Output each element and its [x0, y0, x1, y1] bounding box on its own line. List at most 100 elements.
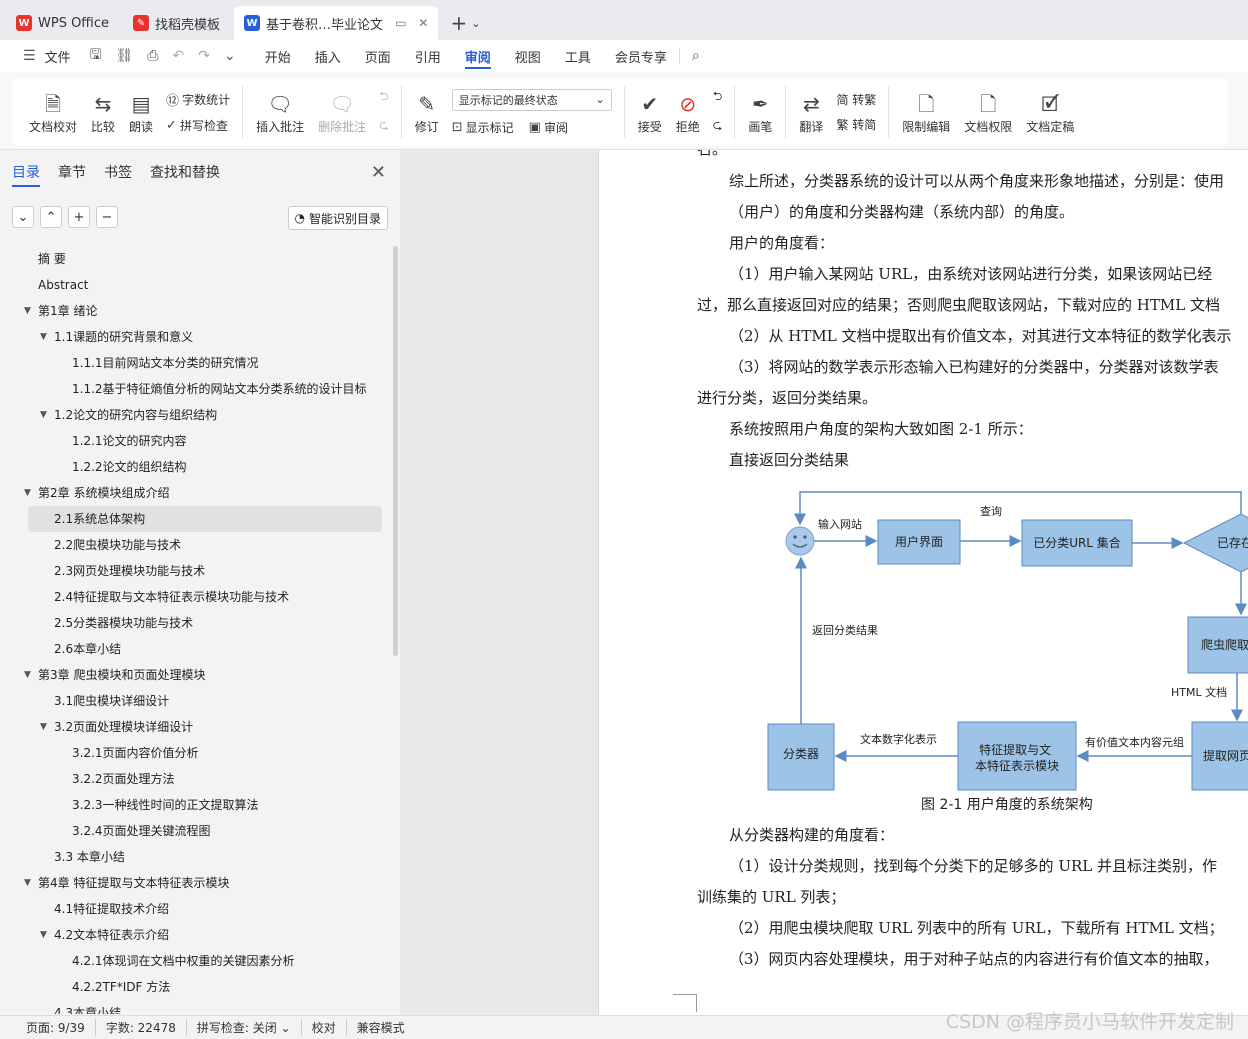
- tab-sections[interactable]: 章节: [58, 162, 86, 187]
- toc-item[interactable]: Abstract: [0, 272, 392, 298]
- collapse-arrow-icon[interactable]: ▼: [24, 870, 31, 896]
- toc-item[interactable]: ▼ 第3章 爬虫模块和页面处理模块: [0, 662, 392, 688]
- proofread-button[interactable]: 🗎 文档校对: [22, 80, 84, 144]
- toc-item[interactable]: 4.2.1体现词在文档中权重的关键因素分析: [0, 948, 392, 974]
- menu-page[interactable]: 页面: [353, 40, 403, 72]
- collapse-arrow-icon[interactable]: ▼: [24, 662, 31, 688]
- toc-item[interactable]: ▼ 第2章 系统模块组成介绍: [0, 480, 392, 506]
- hamburger-icon[interactable]: ☰: [16, 48, 43, 64]
- toc-item[interactable]: ▼ 1.1课题的研究背景和意义: [0, 324, 392, 350]
- chevron-down-icon[interactable]: ⌄: [217, 48, 243, 64]
- pen-button[interactable]: ✒ 画笔: [741, 80, 779, 144]
- toc-item[interactable]: 2.6本章小结: [0, 636, 392, 662]
- remove-heading-icon[interactable]: −: [96, 206, 118, 228]
- menu-review[interactable]: 审阅: [453, 40, 503, 72]
- collapse-all-icon[interactable]: ⌃: [40, 206, 62, 228]
- smart-toc-button[interactable]: ◔ 智能识别目录: [287, 206, 388, 230]
- toc-item[interactable]: ▼ 第4章 特征提取与文本特征表示模块: [0, 870, 392, 896]
- spell-check-status[interactable]: 拼写检查: 关闭 ⌄: [187, 1019, 302, 1036]
- toc-item[interactable]: ▼ 第1章 绪论: [0, 298, 392, 324]
- toc-item[interactable]: 3.2.4页面处理关键流程图: [0, 818, 392, 844]
- reject-button[interactable]: ⊘ 拒绝: [669, 80, 707, 144]
- search-icon[interactable]: ⌕: [678, 48, 707, 64]
- toc-item[interactable]: 4.2.2TF*IDF 方法: [0, 974, 392, 1000]
- next-comment-icon[interactable]: ⮎: [379, 116, 389, 137]
- page-indicator[interactable]: 页面: 9/39: [16, 1019, 96, 1036]
- menu-file[interactable]: 文件: [43, 40, 83, 72]
- review-pane-button[interactable]: 审阅: [544, 119, 568, 136]
- add-heading-icon[interactable]: +: [68, 206, 90, 228]
- tab-document[interactable]: W 基于卷积…毕业论文 ▭ ✕: [234, 6, 439, 40]
- toc-item[interactable]: 2.3网页处理模块功能与技术: [0, 558, 392, 584]
- toc-item[interactable]: 1.1.2基于特征熵值分析的网站文本分类系统的设计目标: [0, 376, 392, 402]
- toc-scrollbar[interactable]: [393, 246, 398, 656]
- spell-check-button[interactable]: ✓ 拼写检查: [166, 117, 230, 134]
- toc-item[interactable]: 4.1特征提取技术介绍: [0, 896, 392, 922]
- toc-item[interactable]: 3.2.2页面处理方法: [0, 766, 392, 792]
- undo-icon[interactable]: ↶: [166, 48, 192, 64]
- toc-item[interactable]: 3.2.1页面内容价值分析: [0, 740, 392, 766]
- toc-item[interactable]: 3.3 本章小结: [0, 844, 392, 870]
- redo-icon[interactable]: ↷: [191, 48, 217, 64]
- previous-comment-icon[interactable]: ⮌: [379, 87, 389, 108]
- tab-find-replace[interactable]: 查找和替换: [150, 162, 220, 187]
- menu-insert[interactable]: 插入: [303, 40, 353, 72]
- restrict-edit-button[interactable]: 🗋 限制编辑: [895, 80, 957, 144]
- previous-change-icon[interactable]: ⮌: [713, 87, 723, 108]
- share-icon[interactable]: ⛓: [109, 48, 141, 64]
- proofread-status[interactable]: 校对: [302, 1019, 347, 1036]
- tab-docer[interactable]: ✎ 找稻壳模板: [123, 6, 230, 40]
- doc-permission-button[interactable]: 🗋 文档权限: [957, 80, 1019, 144]
- toc-item[interactable]: 3.2.3一种线性时间的正文提取算法: [0, 792, 392, 818]
- collapse-arrow-icon[interactable]: ▼: [40, 714, 47, 740]
- close-icon[interactable]: ✕: [371, 162, 386, 183]
- toc-item[interactable]: ▼ 4.2文本特征表示介绍: [0, 922, 392, 948]
- delete-comment-button[interactable]: 🗨 删除批注: [311, 80, 373, 144]
- toc-item[interactable]: ▼ 3.2页面处理模块详细设计: [0, 714, 392, 740]
- toc-item[interactable]: 2.5分类器模块功能与技术: [0, 610, 392, 636]
- toc-item[interactable]: 3.1爬虫模块详细设计: [0, 688, 392, 714]
- translate-button[interactable]: ⇄ 翻译: [792, 80, 830, 144]
- insert-comment-button[interactable]: 🗨 插入批注: [249, 80, 311, 144]
- accept-button[interactable]: ✔ 接受: [631, 80, 669, 144]
- toc-item[interactable]: 摘 要: [0, 246, 392, 272]
- tab-bookmarks[interactable]: 书签: [104, 162, 132, 187]
- toc-item[interactable]: 1.2.2论文的组织结构: [0, 454, 392, 480]
- menu-member[interactable]: 会员专享: [603, 40, 679, 72]
- toc-item[interactable]: 2.2爬虫模块功能与技术: [0, 532, 392, 558]
- collapse-arrow-icon[interactable]: ▼: [40, 324, 47, 350]
- compare-button[interactable]: ⇆ 比较: [84, 80, 122, 144]
- next-change-icon[interactable]: ⮎: [713, 116, 723, 137]
- collapse-arrow-icon[interactable]: ▼: [40, 402, 47, 428]
- toc-item[interactable]: 1.2.1论文的研究内容: [0, 428, 392, 454]
- finalize-button[interactable]: 🗹 文档定稿: [1019, 80, 1081, 144]
- toc-item[interactable]: ▼ 1.2论文的研究内容与组织结构: [0, 402, 392, 428]
- tab-restore-icon[interactable]: ▭: [395, 16, 406, 30]
- to-traditional-button[interactable]: 简 转繁: [836, 91, 876, 108]
- tab-close-icon[interactable]: ✕: [418, 16, 428, 30]
- word-count-status[interactable]: 字数: 22478: [96, 1019, 187, 1036]
- collapse-arrow-icon[interactable]: ▼: [24, 480, 31, 506]
- read-aloud-button[interactable]: ▤ 朗读: [122, 80, 160, 144]
- document-page[interactable]: 名。 综上所述，分类器系统的设计可以从两个角度来形象地描述，分别是：使用 （用户…: [598, 150, 1248, 1015]
- menu-home[interactable]: 开始: [253, 40, 303, 72]
- expand-all-icon[interactable]: ⌄: [12, 206, 34, 228]
- toc-item[interactable]: 1.1.1目前网站文本分类的研究情况: [0, 350, 392, 376]
- show-markup-button[interactable]: ⊡ 显示标记 ▣ 审阅: [452, 119, 612, 136]
- tab-toc[interactable]: 目录: [12, 162, 40, 187]
- to-simplified-button[interactable]: 繁 转简: [836, 116, 876, 133]
- toc-item[interactable]: 4.3本章小结: [0, 1000, 392, 1014]
- collapse-arrow-icon[interactable]: ▼: [40, 922, 47, 948]
- menu-references[interactable]: 引用: [403, 40, 453, 72]
- track-changes-button[interactable]: ✎ 修订: [408, 80, 446, 144]
- tab-wps-office[interactable]: W WPS Office: [6, 6, 119, 40]
- print-preview-icon[interactable]: ⎙: [140, 48, 165, 64]
- new-tab-button[interactable]: + ⌄: [442, 6, 488, 40]
- markup-mode-select[interactable]: 显示标记的最终状态 ⌄: [451, 88, 612, 111]
- menu-tools[interactable]: 工具: [553, 40, 603, 72]
- toc-item-selected[interactable]: 2.1系统总体架构: [28, 506, 382, 532]
- save-icon[interactable]: 🖫: [83, 44, 109, 68]
- menu-view[interactable]: 视图: [503, 40, 553, 72]
- collapse-arrow-icon[interactable]: ▼: [24, 298, 31, 324]
- word-count-button[interactable]: ⑫ 字数统计: [166, 90, 230, 109]
